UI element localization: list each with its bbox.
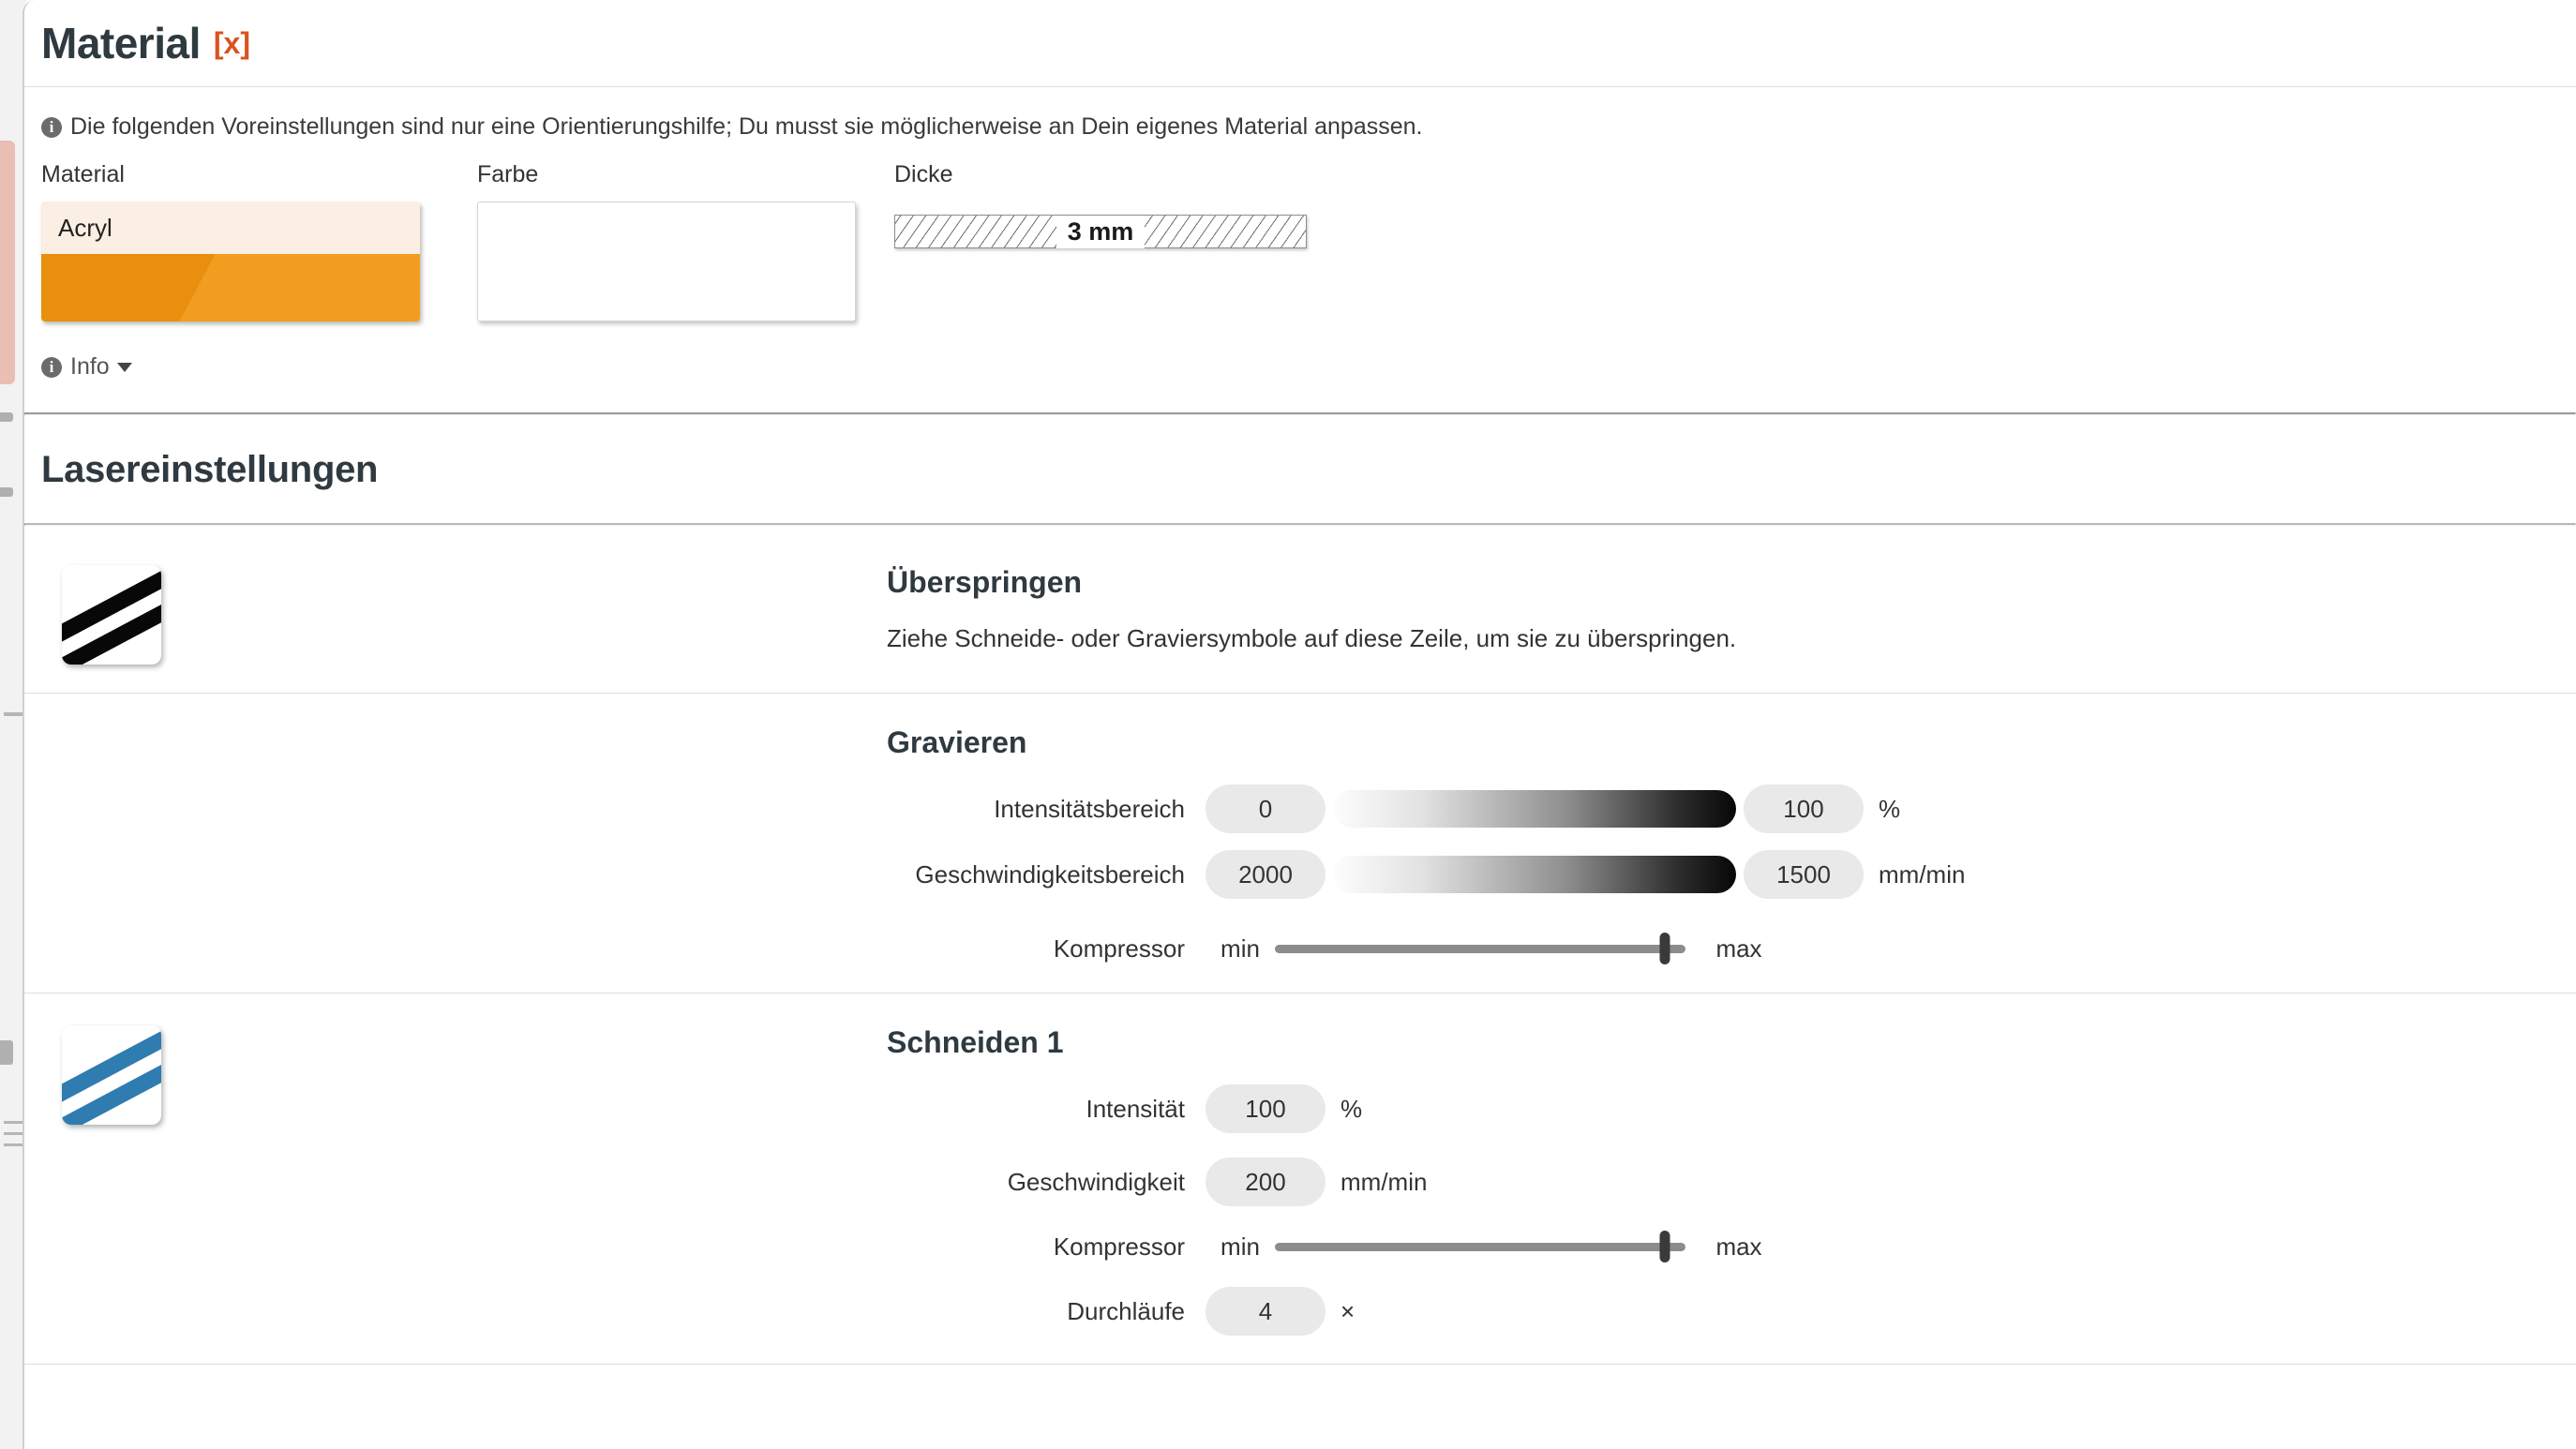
operation-row-cut1: Schneiden 1 Intensität 100 % Geschwindig… (24, 993, 2576, 1364)
engrave-compressor-slider[interactable] (1275, 933, 1685, 964)
engrave-speed-unit: mm/min (1879, 859, 1966, 889)
farbe-card[interactable] (477, 202, 856, 321)
background-chip-1 (0, 412, 13, 422)
material-card-name: Acryl (41, 202, 420, 254)
diagonal-stripes-icon[interactable] (62, 565, 161, 665)
operation-row-engrave: Gravieren Intensitätsbereich 0 100 % Ges… (24, 694, 2576, 993)
cut1-title: Schneiden 1 (887, 1025, 1064, 1059)
divider-after-cut1 (24, 1364, 2576, 1365)
cut1-body: Schneiden 1 Intensität 100 % Geschwindig… (887, 1025, 2576, 1336)
cut1-speed-unit: mm/min (1340, 1167, 1428, 1196)
engrave-intensity-from-input[interactable]: 0 (1206, 784, 1325, 833)
cut1-passes-input[interactable]: 4 (1206, 1287, 1325, 1336)
diagonal-stripes-icon[interactable] (62, 1025, 161, 1125)
engrave-intensity-unit: % (1879, 794, 1901, 823)
background-line-3 (4, 1132, 24, 1135)
cut1-compressor-label: Kompressor (1053, 1232, 1185, 1261)
cut1-compressor-slider-wrap: min max (1206, 1231, 1774, 1262)
engrave-intensity-label: Intensitätsbereich (994, 794, 1185, 823)
background-line-1 (4, 712, 24, 716)
engrave-speed-from-input[interactable]: 2000 (1206, 850, 1325, 899)
engrave-icon-cell (24, 725, 887, 964)
engrave-speed-label: Geschwindigkeitsbereich (915, 859, 1185, 889)
laser-settings-heading: Lasereinstellungen (41, 449, 379, 490)
chevron-down-icon (116, 362, 132, 372)
info-banner: i Die folgenden Voreinstellungen sind nu… (24, 87, 2576, 157)
engrave-compressor-min-label: min (1221, 934, 1260, 963)
info-banner-text: Die folgenden Voreinstellungen sind nur … (70, 113, 1423, 140)
dicke-selector[interactable]: 3 mm (894, 215, 1307, 248)
slider-track (1275, 944, 1685, 953)
engrave-speed-range-row: Geschwindigkeitsbereich 2000 1500 mm/min (887, 850, 2576, 899)
dicke-value: 3 mm (1056, 215, 1146, 248)
background-line-4 (4, 1143, 24, 1146)
background-line-2 (4, 1121, 24, 1124)
info-circle-icon: i (41, 356, 62, 378)
slider-thumb[interactable] (1659, 933, 1670, 964)
background-chip-3 (0, 1040, 13, 1065)
cut1-icon-cell (24, 1025, 887, 1336)
cut1-intensity-unit: % (1340, 1094, 1363, 1123)
material-card[interactable]: Acryl (41, 202, 420, 321)
engrave-intensity-gradient[interactable] (1333, 790, 1736, 828)
cut1-intensity-row: Intensität 100 % (887, 1084, 2576, 1133)
laser-heading-divider (24, 523, 2576, 526)
cut1-intensity-label: Intensität (1086, 1094, 1185, 1123)
operation-row-skip: Überspringen Ziehe Schneide- oder Gravie… (24, 533, 2576, 693)
slider-thumb[interactable] (1659, 1231, 1670, 1262)
page-title: Material (41, 19, 201, 67)
cut1-speed-input[interactable]: 200 (1206, 1158, 1325, 1206)
cut1-intensity-input[interactable]: 100 (1206, 1084, 1325, 1133)
info-toggle-label: Info (70, 353, 110, 380)
cut1-speed-row: Geschwindigkeit 200 mm/min (887, 1158, 2576, 1206)
material-color-swatch (41, 254, 420, 321)
engrave-compressor-label: Kompressor (1053, 934, 1185, 963)
dicke-label: Dicke (894, 161, 953, 187)
skip-icon-cell (24, 565, 887, 665)
cut1-passes-row: Durchläufe 4 × (887, 1287, 2576, 1336)
engrave-speed-gradient[interactable] (1333, 856, 1736, 893)
engrave-intensity-to-input[interactable]: 100 (1744, 784, 1864, 833)
cut1-passes-label: Durchläufe (1067, 1296, 1185, 1325)
info-circle-icon: i (41, 116, 62, 138)
cut1-compressor-min-label: min (1221, 1232, 1260, 1261)
close-button[interactable]: [x] (214, 26, 250, 61)
engrave-speed-to-input[interactable]: 1500 (1744, 850, 1864, 899)
info-toggle[interactable]: i Info (24, 321, 132, 405)
skip-title: Überspringen (887, 565, 1083, 599)
slider-track (1275, 1242, 1685, 1251)
section-divider-top (24, 412, 2576, 415)
skip-body: Überspringen Ziehe Schneide- oder Gravie… (887, 565, 2576, 665)
engrave-compressor-row: Kompressor min max (887, 933, 2576, 964)
farbe-label: Farbe (477, 161, 539, 187)
engrave-body: Gravieren Intensitätsbereich 0 100 % Ges… (887, 725, 2576, 964)
skip-description: Ziehe Schneide- oder Graviersymbole auf … (887, 624, 1737, 652)
cut1-speed-label: Geschwindigkeit (1007, 1167, 1185, 1196)
farbe-column: Farbe (477, 161, 894, 321)
material-column: Material Acryl (41, 161, 477, 321)
background-chip-2 (0, 487, 13, 497)
engrave-compressor-max-label: max (1715, 934, 1762, 963)
cut1-compressor-max-label: max (1715, 1232, 1762, 1261)
material-label: Material (41, 161, 125, 187)
cut1-compressor-row: Kompressor min max (887, 1231, 2576, 1262)
material-settings-panel: Material [x] i Die folgenden Voreinstell… (22, 0, 2576, 1449)
material-selection-row: Material Acryl Farbe Dicke 3 mm (24, 161, 2576, 321)
cut1-passes-unit: × (1340, 1296, 1355, 1325)
cut1-compressor-slider[interactable] (1275, 1231, 1685, 1262)
engrave-intensity-range-row: Intensitätsbereich 0 100 % (887, 784, 2576, 833)
engrave-title: Gravieren (887, 725, 1027, 759)
background-pink-shape (0, 141, 15, 384)
panel-header: Material [x] (24, 0, 2576, 86)
engrave-compressor-slider-wrap: min max (1206, 933, 1774, 964)
dicke-column: Dicke 3 mm (894, 161, 2576, 248)
